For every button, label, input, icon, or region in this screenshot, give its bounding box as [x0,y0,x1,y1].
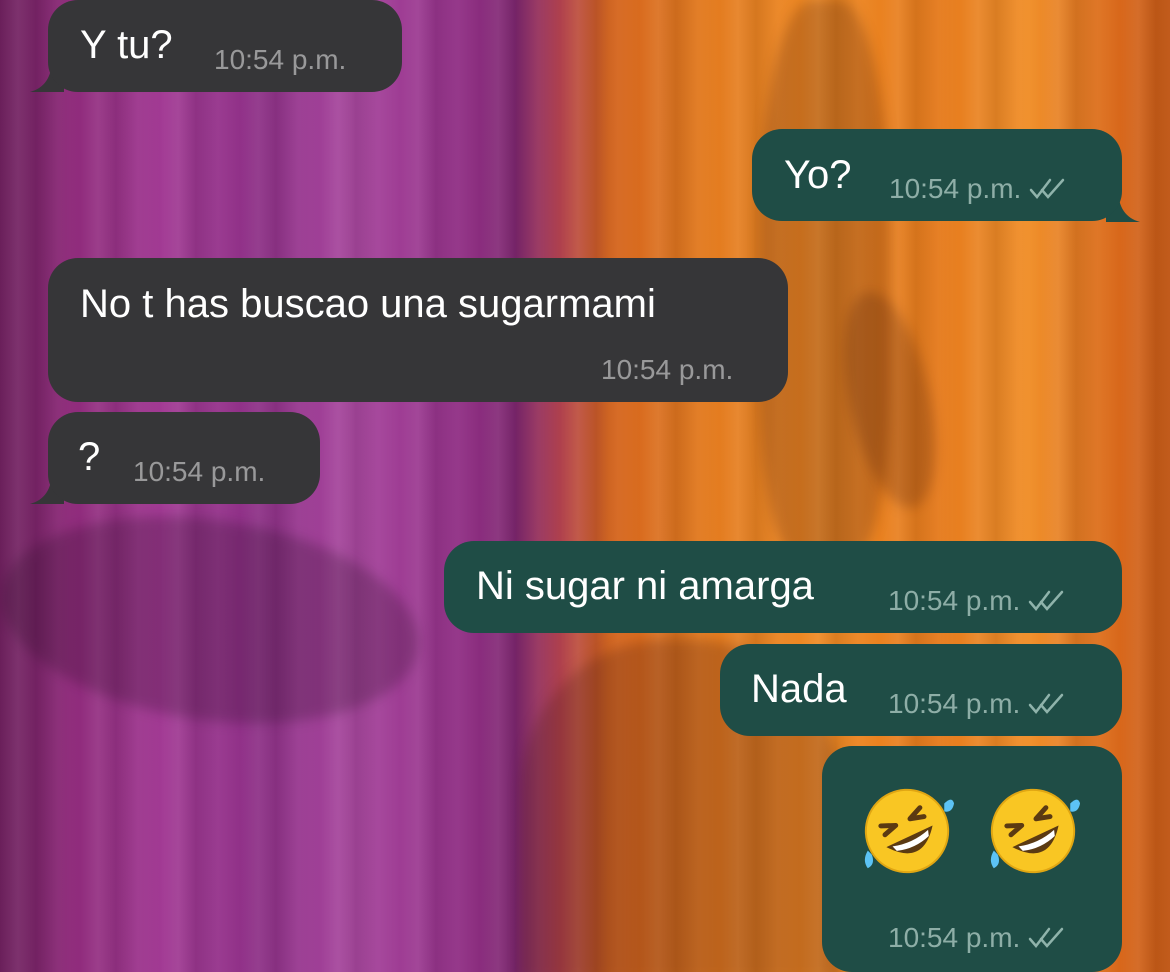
message-text: Ni sugar ni amarga [476,564,814,608]
message-bubble-outgoing[interactable]: Nada 10:54 p.m. [720,644,1122,736]
message-text: Yo? [784,153,852,197]
rolling-on-floor-laughing-emoji [864,788,955,874]
message-timestamp: 10:54 p.m. [889,173,1065,205]
message-timestamp: 10:54 p.m. [133,456,265,488]
message-bubble-outgoing[interactable]: Ni sugar ni amarga 10:54 p.m. [444,541,1122,633]
message-bubble-incoming[interactable]: ? 10:54 p.m. [48,412,320,504]
timestamp-text: 10:54 p.m. [889,173,1022,204]
message-text: Y tu? [80,23,173,67]
message-text: ? [78,435,101,479]
message-bubble-outgoing[interactable]: 10:54 p.m. [822,746,1122,972]
message-timestamp: 10:54 p.m. [888,585,1064,617]
double-check-read-icon [1029,693,1064,714]
double-check-read-icon [1029,590,1064,611]
timestamp-text: 10:54 p.m. [888,585,1021,616]
message-timestamp: 10:54 p.m. [214,44,346,76]
message-text: No t has buscao una sugarmami [80,282,656,326]
message-timestamp: 10:54 p.m. [601,354,733,386]
double-check-read-icon [1029,927,1064,948]
message-bubble-incoming[interactable]: No t has buscao una sugarmami 10:54 p.m. [48,258,788,402]
timestamp-text: 10:54 p.m. [133,456,266,487]
message-timestamp: 10:54 p.m. [888,688,1064,720]
double-check-read-icon [1030,178,1065,199]
chat-view: Y tu? 10:54 p.m. Yo? 10:54 p.m. No t has… [0,0,1170,972]
timestamp-text: 10:54 p.m. [888,688,1021,719]
timestamp-text: 10:54 p.m. [601,354,734,385]
message-timestamp: 10:54 p.m. [888,922,1064,954]
rolling-on-floor-laughing-emoji [990,788,1081,874]
message-bubble-outgoing[interactable]: Yo? 10:54 p.m. [752,129,1122,221]
timestamp-text: 10:54 p.m. [214,44,347,75]
message-text: Nada [751,667,847,711]
timestamp-text: 10:54 p.m. [888,922,1021,953]
message-bubble-incoming[interactable]: Y tu? 10:54 p.m. [48,0,402,92]
